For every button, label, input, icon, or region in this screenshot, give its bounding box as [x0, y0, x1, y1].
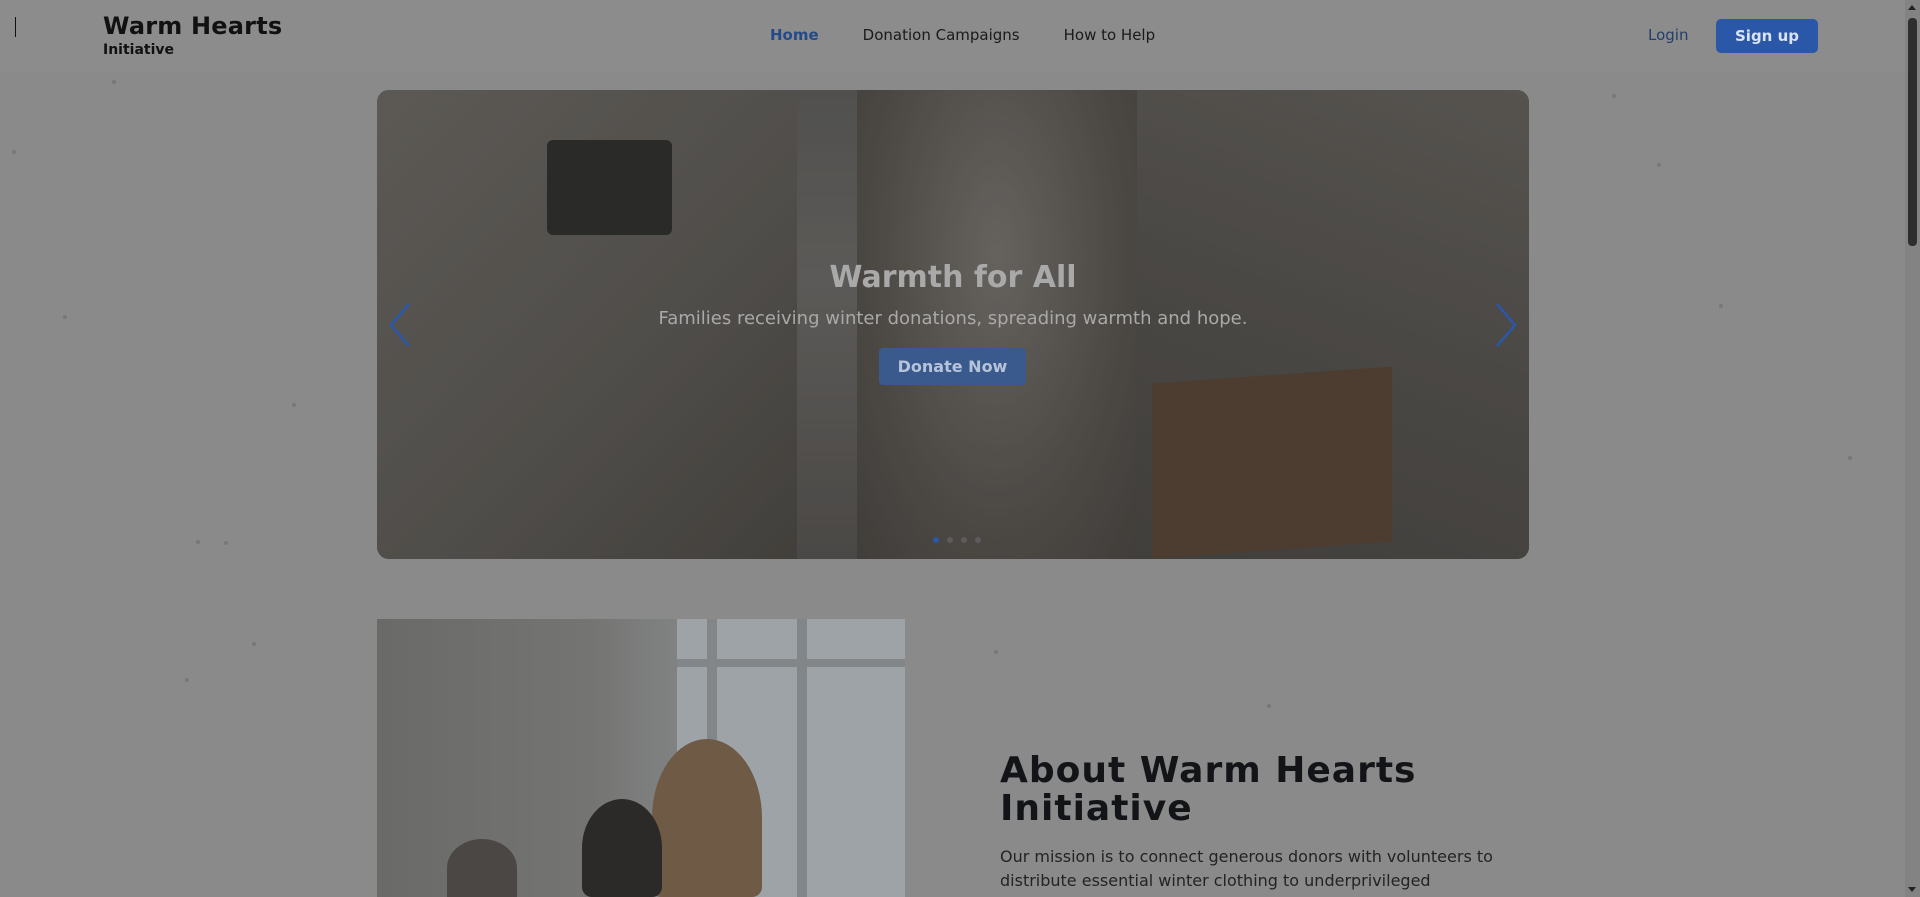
brand-subtitle: Initiative — [103, 42, 175, 58]
about-image — [377, 619, 905, 897]
about-text: Our mission is to connect generous donor… — [1000, 847, 1493, 890]
about-title: About Warm Hearts Initiative — [1000, 752, 1480, 828]
carousel-dot[interactable] — [961, 537, 967, 543]
scroll-up-icon[interactable] — [1908, 5, 1916, 10]
brand-title: Warm Hearts — [103, 12, 283, 40]
donate-now-button[interactable]: Donate Now — [879, 348, 1026, 385]
signup-button[interactable]: Sign up — [1716, 19, 1818, 53]
hero-title: Warmth for All — [829, 260, 1077, 295]
site-header: Warm Hearts Initiative Home Donation Cam… — [0, 0, 1905, 72]
hero-subtitle: Families receiving winter donations, spr… — [658, 308, 1248, 329]
hero-carousel: Warmth for All Families receiving winter… — [377, 90, 1529, 559]
text-cursor — [15, 17, 16, 37]
login-link[interactable]: Login — [1648, 26, 1688, 44]
carousel-dot[interactable] — [975, 537, 981, 543]
carousel-indicators — [377, 537, 1529, 543]
page-scrollbar[interactable] — [1905, 0, 1920, 897]
nav-how-to-help[interactable]: How to Help — [1064, 26, 1156, 44]
nav-home[interactable]: Home — [770, 26, 819, 44]
carousel-dot[interactable] — [933, 537, 939, 543]
about-title-line2: Initiative — [1000, 788, 1193, 829]
carousel-dot[interactable] — [947, 537, 953, 543]
scroll-thumb[interactable] — [1908, 18, 1917, 246]
main-nav: Home Donation Campaigns How to Help — [770, 26, 1155, 44]
nav-donation-campaigns[interactable]: Donation Campaigns — [863, 26, 1020, 44]
brand-logo[interactable]: Warm Hearts Initiative — [103, 12, 282, 58]
about-title-line1: About Warm Hearts — [1000, 750, 1417, 791]
scroll-down-icon[interactable] — [1908, 887, 1916, 892]
